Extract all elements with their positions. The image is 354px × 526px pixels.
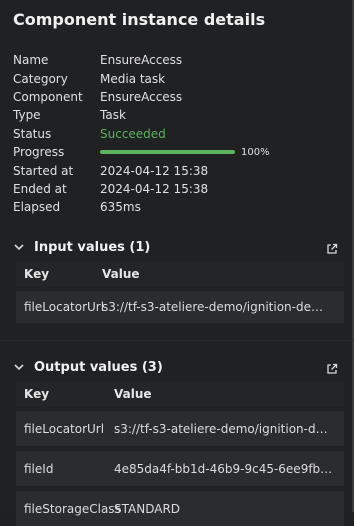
detail-label: Name [13, 53, 49, 68]
table-row[interactable]: fileId 4e85da4f-bb1d-46b9-9c45-6ee9fb3a7… [16, 451, 344, 486]
key-header: Key [24, 267, 50, 281]
detail-label: Ended at [13, 181, 67, 196]
chevron-down-icon[interactable] [14, 241, 30, 254]
divider [0, 340, 354, 341]
output-values-title: Output values (3) [34, 359, 163, 375]
row-key: fileId [24, 461, 54, 476]
details-list: Name EnsureAccess Category Media task Co… [13, 51, 270, 217]
detail-value: EnsureAccess [100, 89, 183, 104]
component-details-panel: Component instance details Name EnsureAc… [0, 0, 354, 526]
output-values-header[interactable]: Output values (3) [14, 356, 344, 378]
status-value: Succeeded [100, 126, 166, 141]
row-key: fileStorageClass [24, 501, 121, 516]
table-row[interactable]: fileStorageClass STANDARD [16, 491, 344, 526]
detail-row-component: Component EnsureAccess [13, 88, 270, 106]
chevron-down-icon[interactable] [14, 361, 30, 374]
detail-row-progress: Progress 100% [13, 143, 270, 161]
detail-row-name: Name EnsureAccess [13, 51, 270, 69]
detail-value: 2024-04-12 15:38 [100, 163, 209, 178]
table-header: Key Value [16, 261, 344, 287]
progress-percent: 100% [241, 146, 270, 158]
detail-value: EnsureAccess [100, 53, 183, 68]
detail-value: 635ms [100, 200, 141, 215]
detail-label: Started at [13, 163, 74, 178]
detail-row-category: Category Media task [13, 69, 270, 87]
key-header: Key [24, 387, 50, 401]
detail-value: 2024-04-12 15:38 [100, 181, 209, 196]
progress-indicator: 100% [100, 147, 270, 158]
detail-row-elapsed: Elapsed 635ms [13, 198, 270, 216]
value-header: Value [102, 267, 140, 281]
row-key: fileLocatorUrl [24, 300, 105, 314]
detail-row-status: Status Succeeded [13, 125, 270, 143]
detail-value: Task [100, 108, 126, 123]
input-values-table: Key Value fileLocatorUrl s3://tf-s3-atel… [16, 261, 344, 323]
detail-label: Type [13, 108, 41, 123]
table-header: Key Value [16, 381, 344, 407]
row-value: s3://tf-s3-ateliere-demo/ignition-demo/… [102, 300, 334, 314]
detail-value: Media task [100, 71, 166, 86]
detail-row-type: Type Task [13, 106, 270, 124]
input-values-header[interactable]: Input values (1) [14, 236, 344, 258]
table-row[interactable]: fileLocatorUrl s3://tf-s3-ateliere-demo/… [16, 411, 344, 446]
detail-label: Component [13, 89, 83, 104]
external-link-icon[interactable] [326, 240, 338, 254]
input-values-title: Input values (1) [34, 239, 151, 255]
detail-row-started: Started at 2024-04-12 15:38 [13, 161, 270, 179]
detail-label: Status [13, 126, 52, 141]
detail-label: Category [13, 71, 68, 86]
panel-title: Component instance details [13, 10, 266, 29]
row-value: 4e85da4f-bb1d-46b9-9c45-6ee9fb3a7d8f [114, 461, 336, 476]
progress-fill [100, 150, 235, 155]
progress-bar [100, 150, 235, 155]
output-values-table: Key Value fileLocatorUrl s3://tf-s3-atel… [16, 381, 344, 526]
row-key: fileLocatorUrl [24, 421, 105, 436]
detail-label: Progress [13, 145, 65, 160]
row-value: STANDARD [114, 501, 181, 516]
detail-label: Elapsed [13, 200, 61, 215]
external-link-icon[interactable] [326, 360, 338, 374]
row-value: s3://tf-s3-ateliere-demo/ignition-dem… [114, 421, 334, 436]
table-row[interactable]: fileLocatorUrl s3://tf-s3-ateliere-demo/… [16, 291, 344, 323]
detail-row-ended: Ended at 2024-04-12 15:38 [13, 180, 270, 198]
value-header: Value [114, 387, 152, 401]
